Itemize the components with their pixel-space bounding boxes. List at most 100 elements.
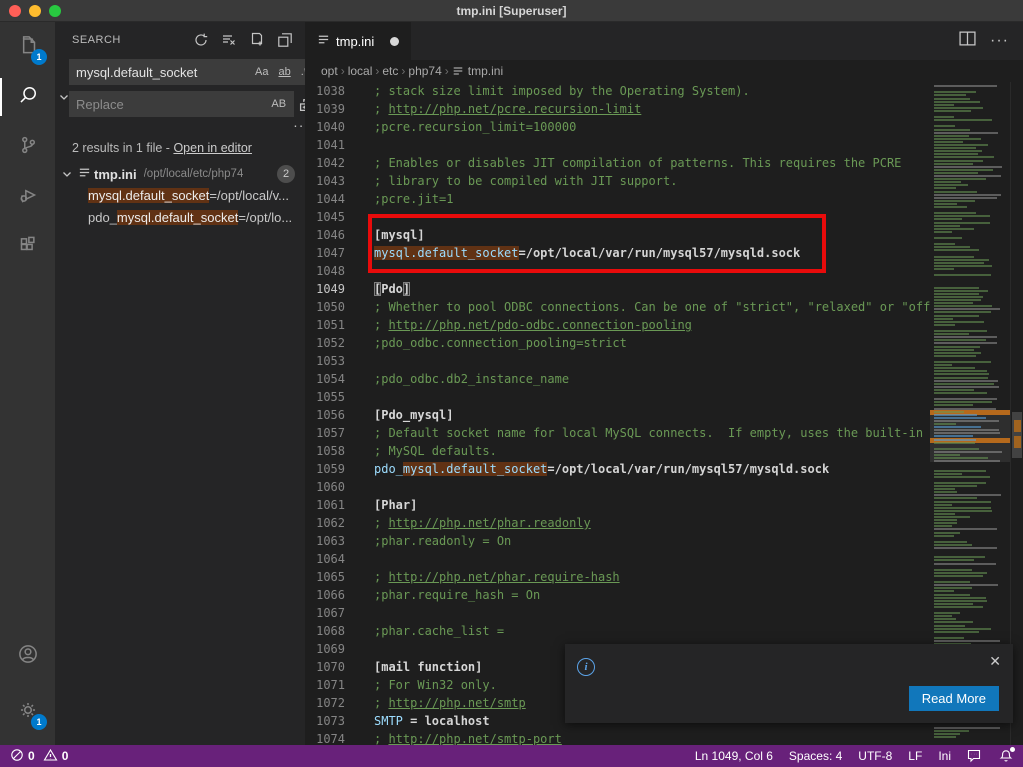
minimap-line — [934, 621, 973, 623]
whole-word-toggle[interactable]: ab — [275, 65, 293, 79]
minimap-line — [934, 544, 972, 546]
code-line-1040[interactable]: 1040;pcre.recursion_limit=100000 — [305, 118, 930, 136]
eol-status[interactable]: LF — [908, 749, 922, 763]
preserve-case-toggle[interactable]: AB — [268, 97, 289, 111]
code-line-1051[interactable]: 1051; http://php.net/pdo-odbc.connection… — [305, 316, 930, 334]
code-line-1059[interactable]: 1059pdo_mysql.default_socket=/opt/local/… — [305, 460, 930, 478]
close-icon[interactable]: ✕ — [989, 654, 1001, 668]
breadcrumb-item-etc[interactable]: etc — [382, 64, 398, 78]
minimap-line — [934, 203, 957, 205]
tab-tmp-ini[interactable]: tmp.ini — [305, 22, 411, 60]
code-line-1058[interactable]: 1058; MySQL defaults. — [305, 442, 930, 460]
code-line-1074[interactable]: 1074; http://php.net/smtp-port — [305, 730, 930, 745]
minimap-line — [934, 370, 987, 372]
code-line-1055[interactable]: 1055 — [305, 388, 930, 406]
minimap-line — [934, 361, 991, 363]
sidebar-item-extensions[interactable] — [0, 222, 55, 272]
minimap-line — [934, 104, 954, 106]
code-line-1039[interactable]: 1039; http://php.net/pcre.recursion-limi… — [305, 100, 930, 118]
sidebar-item-explorer[interactable]: 1 — [0, 22, 55, 72]
file-twistie-chevron[interactable] — [59, 169, 75, 179]
minimap-line — [934, 346, 980, 348]
search-result-row[interactable]: mysql.default_socket=/opt/local/v... — [55, 185, 305, 207]
split-editor-icon[interactable] — [959, 31, 976, 51]
search-result-row[interactable]: pdo_mysql.default_socket=/opt/lo... — [55, 207, 305, 229]
language-mode-status[interactable]: Ini — [938, 749, 951, 763]
replace-input[interactable] — [76, 97, 268, 112]
minimize-window-button[interactable] — [29, 5, 41, 17]
accounts-button[interactable] — [0, 631, 55, 681]
code-line-1063[interactable]: 1063;phar.readonly = On — [305, 532, 930, 550]
code-line-1068[interactable]: 1068;phar.cache_list = — [305, 622, 930, 640]
manage-button[interactable]: 1 — [0, 687, 55, 737]
code-line-1052[interactable]: 1052;pdo_odbc.connection_pooling=strict — [305, 334, 930, 352]
minimap-line — [934, 454, 960, 456]
breadcrumb-item-php74[interactable]: php74 — [408, 64, 441, 78]
minimap-line — [934, 138, 981, 140]
traffic-lights — [9, 5, 61, 17]
toggle-search-details-icon[interactable]: ··· — [69, 117, 316, 135]
breadcrumb-item-local[interactable]: local — [348, 64, 373, 78]
code-line-1057[interactable]: 1057; Default socket name for local MySQ… — [305, 424, 930, 442]
code-line-1047[interactable]: 1047mysql.default_socket=/opt/local/var/… — [305, 244, 930, 262]
problems-status[interactable]: 0 0 — [10, 748, 68, 765]
code-line-1049[interactable]: 1049[Pdo] — [305, 280, 930, 298]
code-line-1053[interactable]: 1053 — [305, 352, 930, 370]
minimap-line — [934, 510, 992, 512]
refresh-icon[interactable] — [193, 32, 209, 48]
minimap-line — [934, 473, 962, 475]
code-line-1048[interactable]: 1048 — [305, 262, 930, 280]
minimap-line — [934, 435, 973, 437]
search-input[interactable] — [76, 65, 252, 80]
code-line-1066[interactable]: 1066;phar.require_hash = On — [305, 586, 930, 604]
clear-search-results-icon[interactable] — [221, 32, 237, 48]
minimap-line — [934, 556, 985, 558]
code-line-1041[interactable]: 1041 — [305, 136, 930, 154]
indentation-status[interactable]: Spaces: 4 — [789, 749, 842, 763]
minimap-line — [934, 342, 997, 344]
code-line-1061[interactable]: 1061[Phar] — [305, 496, 930, 514]
code-line-1062[interactable]: 1062; http://php.net/phar.readonly — [305, 514, 930, 532]
minimap-line — [934, 315, 979, 317]
minimap-line — [934, 349, 974, 351]
new-search-editor-icon[interactable] — [249, 32, 265, 48]
sidebar-item-run-debug[interactable] — [0, 172, 55, 222]
toggle-replace-chevron[interactable] — [59, 59, 69, 135]
modified-dot-icon[interactable] — [390, 37, 399, 46]
sidebar-item-search[interactable] — [0, 72, 55, 122]
more-actions-icon[interactable]: ··· — [990, 32, 1009, 50]
feedback-icon[interactable] — [967, 749, 983, 763]
code-line-1064[interactable]: 1064 — [305, 550, 930, 568]
minimap-line — [934, 522, 957, 524]
cursor-position-status[interactable]: Ln 1049, Col 6 — [695, 749, 773, 763]
minimap-line — [934, 600, 987, 602]
notifications-bell-icon[interactable] — [999, 749, 1013, 763]
code-line-1045[interactable]: 1045 — [305, 208, 930, 226]
code-line-1067[interactable]: 1067 — [305, 604, 930, 622]
code-line-1044[interactable]: 1044;pcre.jit=1 — [305, 190, 930, 208]
breadcrumb-item-opt[interactable]: opt — [321, 64, 338, 78]
minimap-line — [934, 519, 957, 521]
breadcrumb-item-tmp-ini[interactable]: tmp.ini — [452, 64, 503, 78]
code-line-1043[interactable]: 1043; library to be compiled with JIT su… — [305, 172, 930, 190]
minimap-line — [934, 101, 980, 103]
read-more-button[interactable]: Read More — [909, 686, 999, 711]
code-line-1056[interactable]: 1056[Pdo_mysql] — [305, 406, 930, 424]
close-window-button[interactable] — [9, 5, 21, 17]
collapse-all-icon[interactable] — [277, 32, 293, 48]
encoding-status[interactable]: UTF-8 — [858, 749, 892, 763]
code-line-1038[interactable]: 1038; stack size limit imposed by the Op… — [305, 82, 930, 100]
search-result-file-row[interactable]: tmp.ini /opt/local/etc/php74 2 — [55, 163, 305, 185]
code-line-1046[interactable]: 1046[mysql] — [305, 226, 930, 244]
match-case-toggle[interactable]: Aa — [252, 65, 271, 79]
maximize-window-button[interactable] — [49, 5, 61, 17]
code-line-1042[interactable]: 1042; Enables or disables JIT compilatio… — [305, 154, 930, 172]
sidebar-item-source-control[interactable] — [0, 122, 55, 172]
code-line-1060[interactable]: 1060 — [305, 478, 930, 496]
scrollbar-handle[interactable] — [1012, 412, 1022, 458]
code-line-1054[interactable]: 1054;pdo_odbc.db2_instance_name — [305, 370, 930, 388]
code-line-1050[interactable]: 1050; Whether to pool ODBC connections. … — [305, 298, 930, 316]
minimap-line — [934, 153, 978, 155]
open-in-editor-link[interactable]: Open in editor — [173, 141, 252, 155]
code-line-1065[interactable]: 1065; http://php.net/phar.require-hash — [305, 568, 930, 586]
